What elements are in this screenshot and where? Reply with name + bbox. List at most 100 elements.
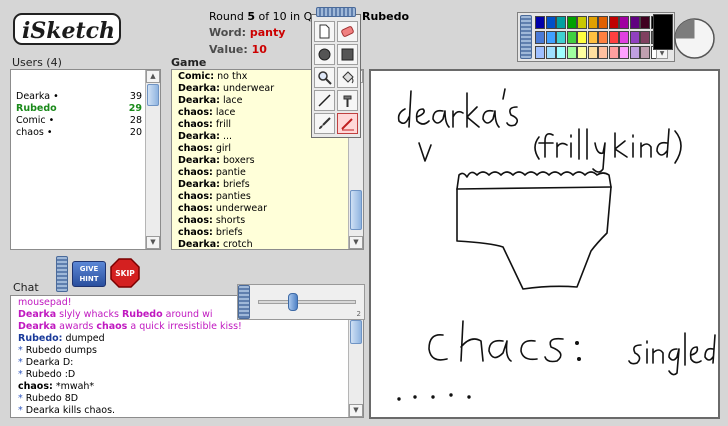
tool-palette-grip-handle[interactable] bbox=[316, 7, 356, 17]
color-swatch[interactable] bbox=[535, 46, 545, 59]
color-swatch[interactable] bbox=[577, 31, 587, 44]
users-heading: Users (4) bbox=[12, 56, 62, 69]
sketch-logo: iSketch bbox=[13, 13, 121, 45]
color-swatch[interactable] bbox=[640, 46, 650, 59]
color-swatch[interactable] bbox=[629, 46, 640, 59]
user-row[interactable]: Dearka • 39 bbox=[16, 91, 142, 103]
scroll-down-arrow-icon[interactable]: ▼ bbox=[349, 404, 363, 417]
guess-item: chaos: pantie bbox=[178, 167, 246, 178]
skip-button[interactable]: SKIP bbox=[110, 258, 140, 288]
guess-item: chaos: briefs bbox=[178, 227, 243, 238]
color-swatch[interactable] bbox=[577, 16, 587, 29]
round-timer-icon bbox=[674, 18, 715, 59]
chat-message: * Rubedo dumps bbox=[18, 345, 97, 356]
chat-message: * Rubedo 8D bbox=[18, 393, 79, 404]
guess-item: Dearka: boxers bbox=[178, 155, 255, 166]
color-swatch[interactable] bbox=[545, 16, 556, 29]
color-swatch[interactable] bbox=[535, 31, 545, 44]
scroll-down-arrow-icon[interactable]: ▼ bbox=[349, 236, 363, 249]
user-list: Dearka • 39 Rubedo 29 Comic • 28 chaos • 20 bbox=[16, 91, 142, 139]
guess-item: chaos: panties bbox=[178, 191, 251, 202]
scroll-thumb[interactable] bbox=[147, 84, 159, 106]
slider-track[interactable] bbox=[258, 300, 356, 304]
current-color-swatch bbox=[653, 14, 673, 50]
zoom-icon[interactable] bbox=[314, 67, 335, 88]
color-swatch[interactable] bbox=[598, 16, 608, 29]
user-row-drawer[interactable]: Rubedo 29 bbox=[16, 103, 142, 115]
color-swatch[interactable] bbox=[556, 31, 566, 44]
brush-size-slider[interactable]: 2 bbox=[237, 284, 365, 320]
color-palette-grip-handle[interactable] bbox=[520, 15, 532, 59]
word-points: 10 bbox=[251, 43, 267, 56]
user-row[interactable]: Comic • 28 bbox=[16, 115, 142, 127]
scroll-up-arrow-icon[interactable]: ▲ bbox=[146, 70, 160, 83]
give-hint-button[interactable]: GIVE HINT bbox=[72, 261, 106, 287]
user-score: 28 bbox=[129, 115, 142, 126]
color-swatch[interactable] bbox=[608, 31, 619, 44]
guess-item: chaos: shorts bbox=[178, 215, 246, 226]
color-swatch[interactable] bbox=[629, 16, 640, 29]
palette-down-arrow-icon[interactable]: ▼ bbox=[656, 49, 668, 59]
chat-heading: Chat bbox=[13, 281, 39, 294]
drawing-canvas[interactable] bbox=[369, 69, 720, 419]
color-swatch[interactable] bbox=[587, 31, 598, 44]
slider-grip-handle[interactable] bbox=[238, 285, 250, 319]
hammer-icon[interactable] bbox=[337, 90, 358, 111]
guess-item: Dearka: crotch bbox=[178, 239, 253, 250]
eraser-icon[interactable] bbox=[337, 21, 358, 42]
scroll-thumb[interactable] bbox=[350, 190, 362, 230]
slider-thumb[interactable] bbox=[288, 293, 299, 311]
chat-message: Dearka awards chaos a quick irresistible… bbox=[18, 321, 242, 332]
new-page-icon[interactable] bbox=[314, 21, 335, 42]
color-swatch[interactable] bbox=[598, 46, 608, 59]
color-swatch[interactable] bbox=[566, 31, 577, 44]
color-swatch[interactable] bbox=[608, 16, 619, 29]
color-swatch[interactable] bbox=[640, 31, 650, 44]
color-swatch[interactable] bbox=[566, 46, 577, 59]
scroll-thumb[interactable] bbox=[350, 320, 362, 344]
filled-circle-icon[interactable] bbox=[314, 44, 335, 65]
user-score: 20 bbox=[129, 127, 142, 138]
brush-icon[interactable] bbox=[314, 113, 335, 134]
color-swatch[interactable] bbox=[640, 16, 650, 29]
color-swatch[interactable] bbox=[566, 16, 577, 29]
color-palette: ▲ ▼ bbox=[517, 12, 675, 62]
color-swatch[interactable] bbox=[619, 16, 629, 29]
paint-bucket-icon[interactable] bbox=[337, 67, 358, 88]
guess-item: Dearka: briefs bbox=[178, 179, 250, 190]
user-score: 29 bbox=[128, 103, 142, 114]
color-swatch[interactable] bbox=[577, 46, 587, 59]
controls-grip-handle[interactable] bbox=[56, 256, 68, 292]
color-swatch[interactable] bbox=[619, 46, 629, 59]
drawing-sketch bbox=[397, 88, 716, 401]
color-swatch[interactable] bbox=[619, 31, 629, 44]
color-swatch[interactable] bbox=[556, 16, 566, 29]
color-swatch[interactable] bbox=[545, 46, 556, 59]
user-row[interactable]: chaos • 20 bbox=[16, 127, 142, 139]
skip-label: SKIP bbox=[115, 269, 135, 278]
word-value: panty bbox=[249, 26, 286, 39]
color-swatch[interactable] bbox=[545, 31, 556, 44]
line-tool-icon[interactable] bbox=[314, 90, 335, 111]
game-heading: Game bbox=[171, 56, 207, 69]
color-swatch[interactable] bbox=[598, 31, 608, 44]
color-swatch[interactable] bbox=[587, 16, 598, 29]
word-info: Word: panty bbox=[209, 26, 286, 39]
color-swatch[interactable] bbox=[556, 46, 566, 59]
pen-icon[interactable] bbox=[337, 113, 358, 134]
color-swatch[interactable] bbox=[608, 46, 619, 59]
slider-max-label: 2 bbox=[356, 310, 361, 318]
filled-square-icon[interactable] bbox=[337, 44, 358, 65]
chat-message: Rubedo: dumped bbox=[18, 333, 105, 344]
color-swatch[interactable] bbox=[587, 46, 598, 59]
color-swatch[interactable] bbox=[535, 16, 545, 29]
users-panel: Dearka • 39 Rubedo 29 Comic • 28 chaos • 20 … bbox=[10, 69, 161, 250]
color-swatch[interactable] bbox=[629, 31, 640, 44]
guess-item: chaos: girl bbox=[178, 143, 232, 154]
scroll-down-arrow-icon[interactable]: ▼ bbox=[146, 236, 160, 249]
chat-message: * Rubedo :D bbox=[18, 369, 76, 380]
current-drawer: Rubedo bbox=[362, 10, 410, 23]
round-info: Round 5 of 10 in Q bbox=[209, 10, 313, 23]
users-scrollbar[interactable]: ▲ ▼ bbox=[145, 70, 160, 249]
tool-palette bbox=[311, 7, 361, 138]
